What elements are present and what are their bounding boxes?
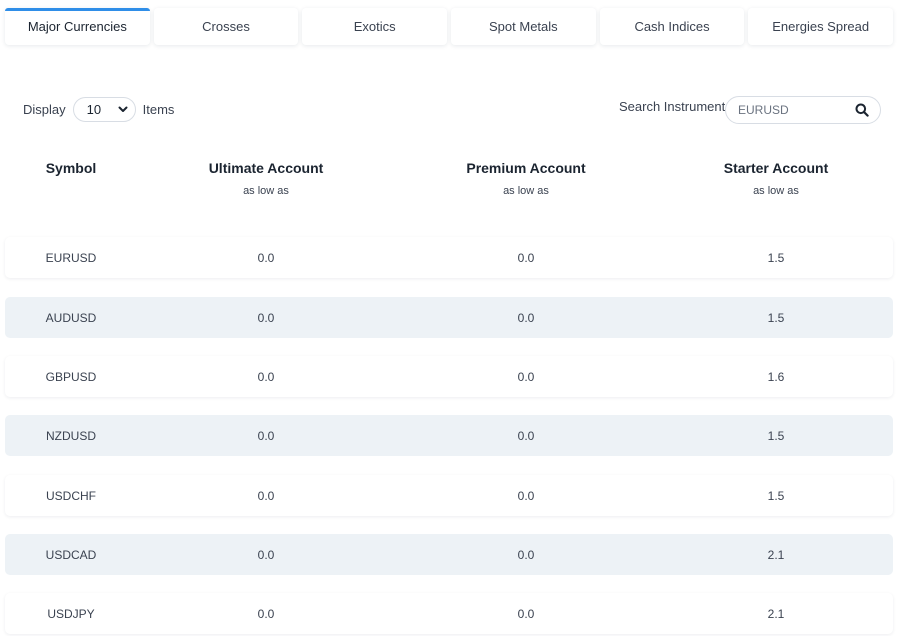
table-row: EURUSD 0.0 0.0 1.5 <box>5 237 893 278</box>
tab-major-currencies[interactable]: Major Currencies <box>5 8 150 45</box>
items-per-page-value: 10 <box>86 101 102 117</box>
premium-cell: 0.0 <box>517 547 535 562</box>
premium-cell: 0.0 <box>517 310 535 325</box>
symbol-cell: USDCAD <box>45 547 97 562</box>
tab-spot-metals[interactable]: Spot Metals <box>451 8 596 45</box>
ultimate-cell: 0.0 <box>257 369 275 384</box>
search-field <box>725 96 881 124</box>
table-header: Symbol Ultimate Account as low as Premiu… <box>5 160 893 220</box>
symbol-cell: GBPUSD <box>45 369 97 384</box>
table-row: USDCAD 0.0 0.0 2.1 <box>5 534 893 575</box>
table-row: USDJPY 0.0 0.0 2.1 <box>5 593 893 634</box>
column-subtitle: as low as <box>753 185 799 197</box>
tab-energies-spread[interactable]: Energies Spread <box>748 8 894 45</box>
display-label: Display <box>23 101 66 117</box>
ultimate-cell: 0.0 <box>257 606 275 621</box>
instrument-tabs: Major Currencies Crosses Exotics Spot Me… <box>5 8 894 46</box>
starter-cell: 1.6 <box>767 369 785 384</box>
table-row: USDCHF 0.0 0.0 1.5 <box>5 475 893 516</box>
ultimate-cell: 0.0 <box>257 428 275 443</box>
symbol-cell: USDJPY <box>47 606 95 621</box>
premium-cell: 0.0 <box>517 488 535 503</box>
spreads-page: Major Currencies Crosses Exotics Spot Me… <box>0 0 900 636</box>
column-subtitle: as low as <box>503 185 549 197</box>
premium-cell: 0.0 <box>517 369 535 384</box>
ultimate-cell: 0.0 <box>257 310 275 325</box>
starter-cell: 1.5 <box>767 250 785 265</box>
ultimate-cell: 0.0 <box>257 547 275 562</box>
tab-exotics[interactable]: Exotics <box>302 8 448 45</box>
chevron-down-icon <box>117 103 129 115</box>
ultimate-cell: 0.0 <box>257 488 275 503</box>
starter-cell: 2.1 <box>767 606 785 621</box>
items-per-page-select[interactable]: 10 <box>72 96 136 122</box>
premium-cell: 0.0 <box>517 606 535 621</box>
starter-cell: 1.5 <box>767 310 785 325</box>
column-title: Ultimate Account <box>208 160 324 176</box>
symbol-cell: EURUSD <box>45 250 97 265</box>
table-row: AUDUSD 0.0 0.0 1.5 <box>5 297 893 338</box>
column-title: Symbol <box>45 160 97 176</box>
starter-cell: 2.1 <box>767 547 785 562</box>
symbol-cell: AUDUSD <box>45 310 97 325</box>
column-header-symbol: Symbol <box>5 160 137 176</box>
column-subtitle: as low as <box>243 185 289 197</box>
column-header-premium: Premium Account as low as <box>435 160 617 197</box>
search-label: Search Instrument <box>619 99 726 114</box>
table-row: GBPUSD 0.0 0.0 1.6 <box>5 356 893 397</box>
column-title: Premium Account <box>466 160 586 176</box>
ultimate-cell: 0.0 <box>257 250 275 265</box>
search-input[interactable] <box>738 103 854 117</box>
tab-cash-indices[interactable]: Cash Indices <box>599 8 745 45</box>
search-icon[interactable] <box>854 102 870 118</box>
tab-crosses[interactable]: Crosses <box>153 8 299 45</box>
table-row: NZDUSD 0.0 0.0 1.5 <box>5 415 893 456</box>
starter-cell: 1.5 <box>767 428 785 443</box>
symbol-cell: NZDUSD <box>46 428 96 443</box>
display-control: Display 10 Items <box>23 96 174 122</box>
items-label: Items <box>142 101 175 117</box>
starter-cell: 1.5 <box>767 488 785 503</box>
column-title: Starter Account <box>723 160 829 176</box>
symbol-cell: USDCHF <box>46 488 96 503</box>
column-header-ultimate: Ultimate Account as low as <box>175 160 357 197</box>
premium-cell: 0.0 <box>517 250 535 265</box>
premium-cell: 0.0 <box>517 428 535 443</box>
column-header-starter: Starter Account as low as <box>685 160 867 197</box>
